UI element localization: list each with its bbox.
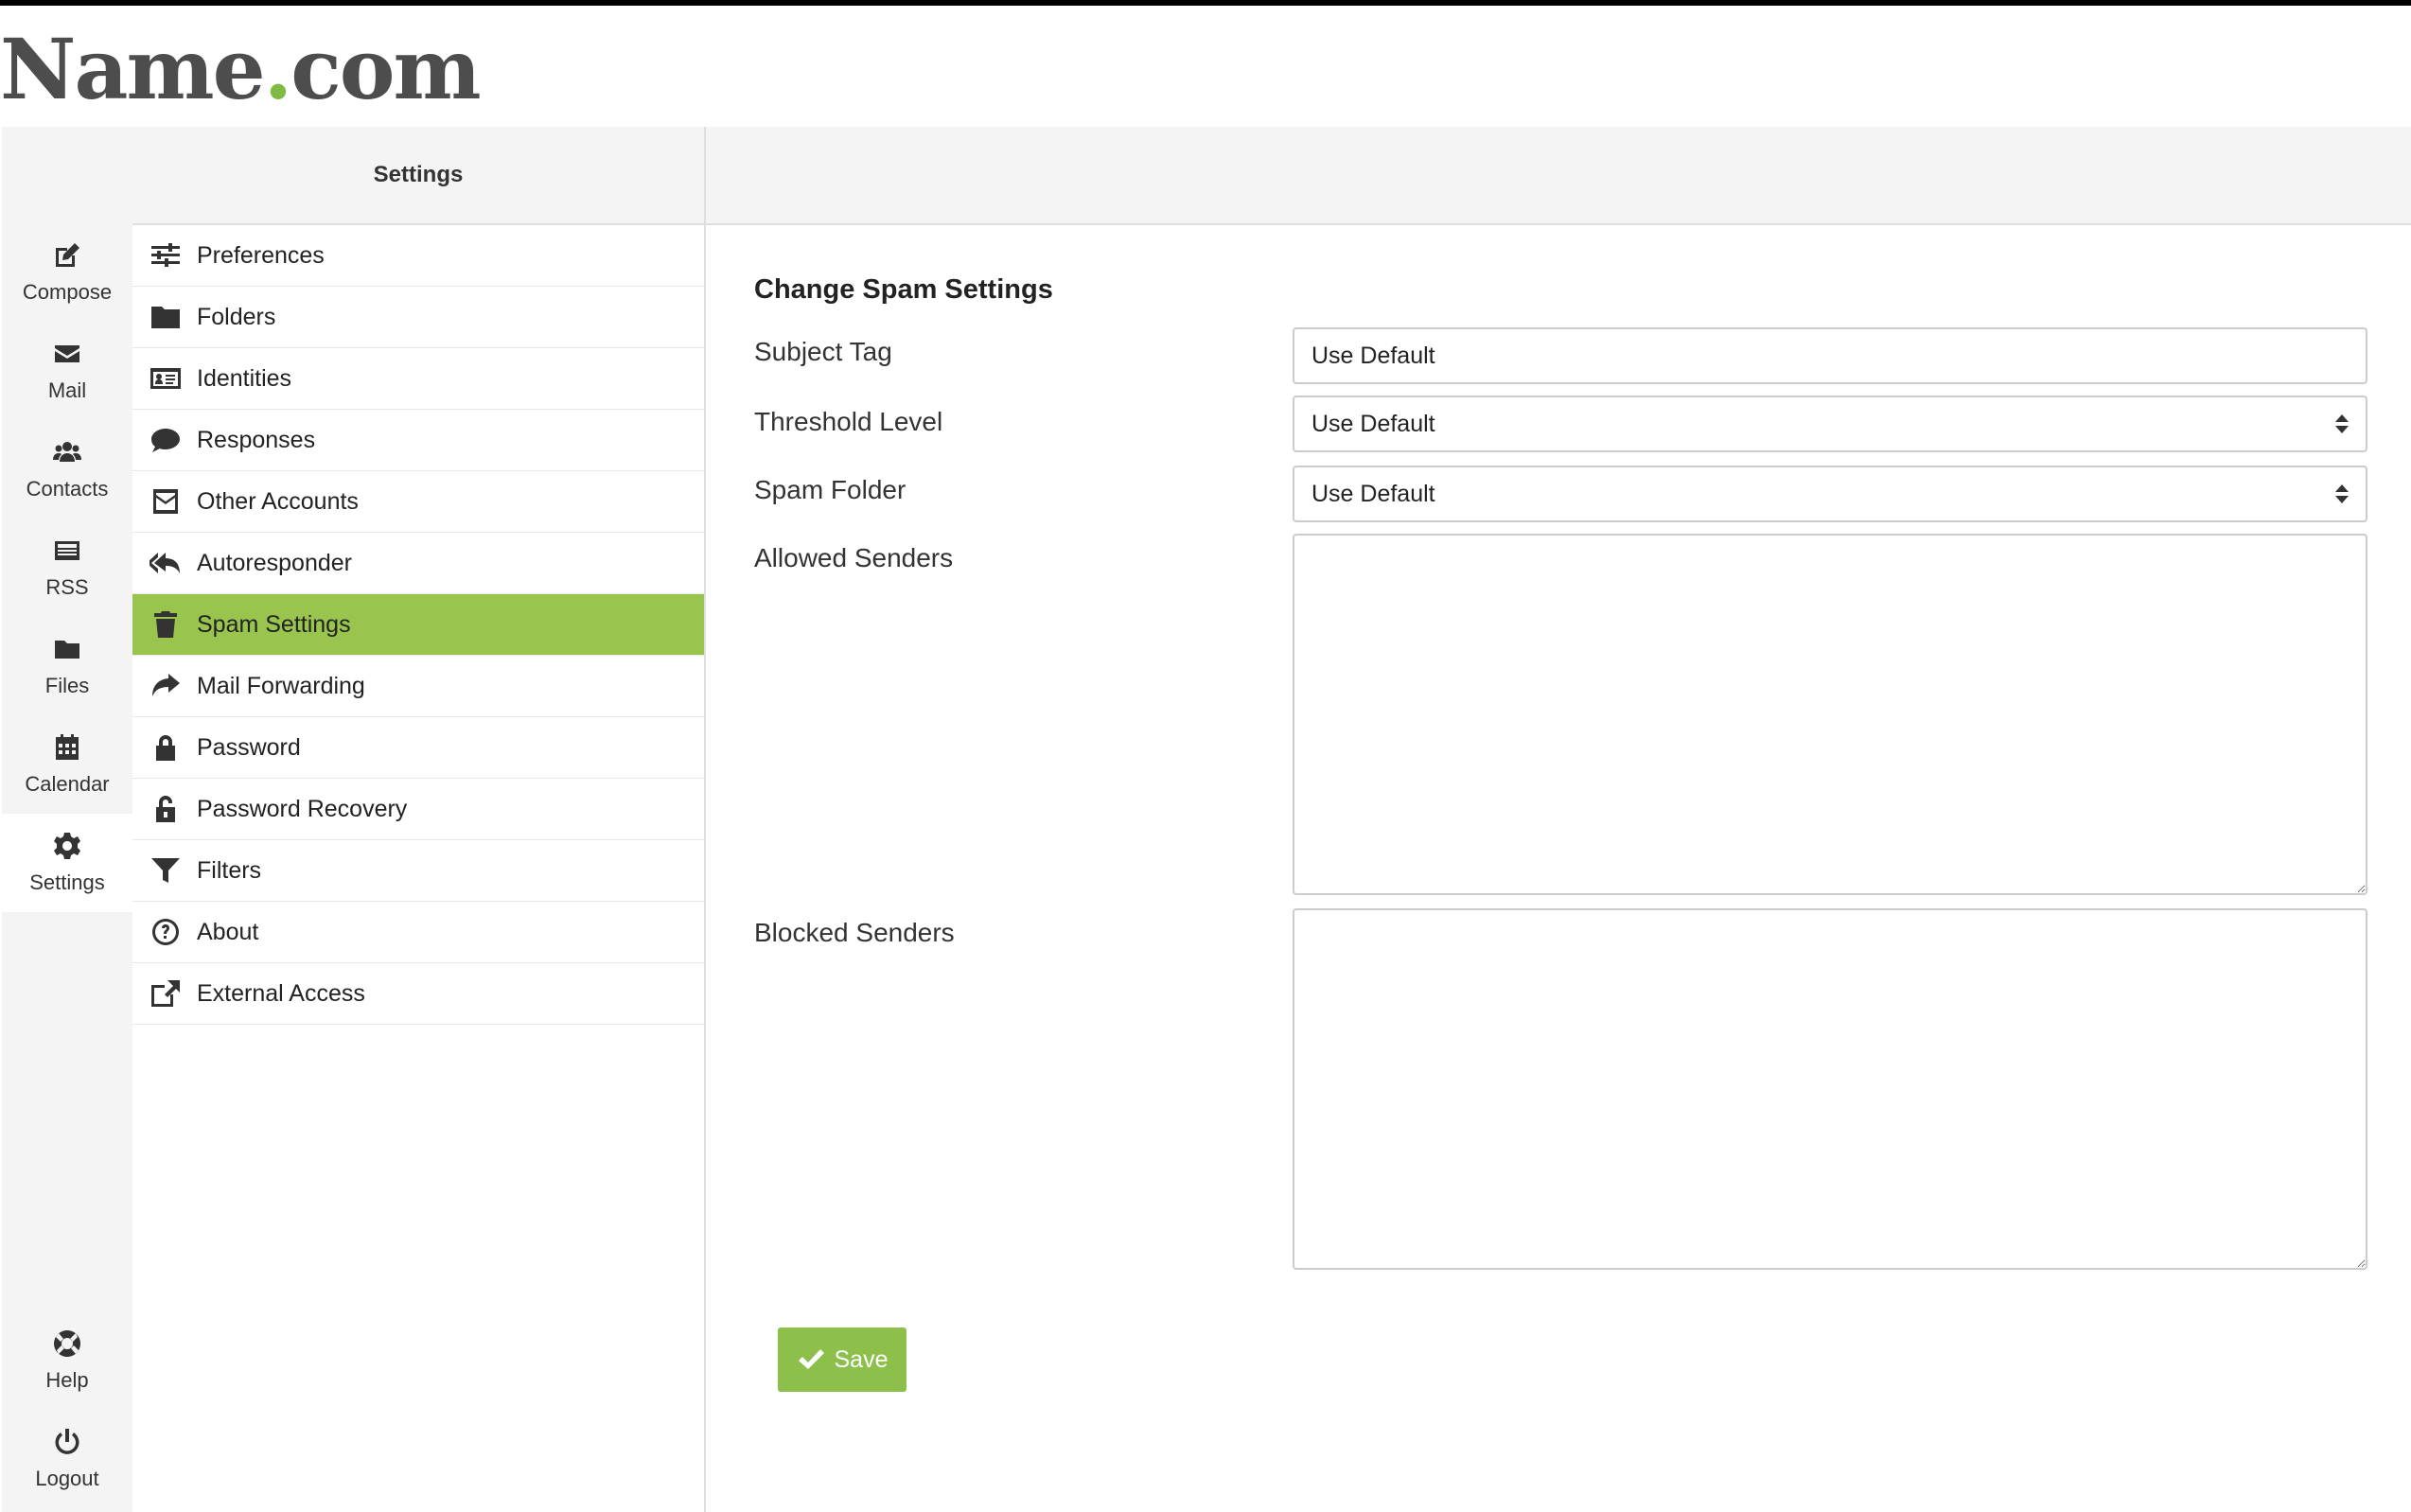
external-link-icon bbox=[151, 980, 180, 1007]
menu-about[interactable]: About bbox=[132, 902, 704, 963]
select-arrows-icon bbox=[2335, 413, 2349, 435]
blocked-senders-label: Blocked Senders bbox=[754, 918, 955, 947]
threshold-level-label: Threshold Level bbox=[754, 407, 943, 436]
reply-all-icon bbox=[150, 553, 180, 573]
sliders-icon bbox=[151, 243, 180, 267]
menu-spam-settings[interactable]: Spam Settings bbox=[132, 594, 704, 656]
share-icon bbox=[152, 674, 180, 696]
brand-logo: Name. com bbox=[0, 20, 482, 118]
gear-icon bbox=[54, 833, 80, 859]
allowed-senders-textarea[interactable] bbox=[1293, 534, 2367, 895]
nav-mail[interactable]: Mail bbox=[2, 322, 132, 420]
subject-tag-input[interactable]: Use Default bbox=[1293, 327, 2367, 384]
nav-calendar[interactable]: Calendar bbox=[2, 715, 132, 814]
nav-help[interactable]: Help bbox=[2, 1311, 132, 1410]
settings-sidebar: Settings Preferences Folders Identities … bbox=[132, 127, 706, 1512]
settings-title: Settings bbox=[132, 127, 704, 225]
menu-filters[interactable]: Filters bbox=[132, 840, 704, 902]
app-navbar: Compose Mail Contacts RSS Files Calendar… bbox=[2, 127, 132, 1512]
nav-files[interactable]: Files bbox=[2, 617, 132, 715]
menu-responses[interactable]: Responses bbox=[132, 410, 704, 471]
menu-preferences[interactable]: Preferences bbox=[132, 225, 704, 287]
nav-rss[interactable]: RSS bbox=[2, 519, 132, 617]
blocked-senders-textarea[interactable] bbox=[1293, 908, 2367, 1270]
spam-settings-form: Change Spam Settings Subject Tag Use Def… bbox=[706, 225, 2411, 1512]
checkmark-icon bbox=[798, 1349, 824, 1369]
nav-contacts[interactable]: Contacts bbox=[2, 420, 132, 519]
speech-bubble-icon bbox=[151, 429, 180, 452]
power-icon bbox=[55, 1429, 79, 1454]
envelope-icon bbox=[55, 345, 79, 362]
content-header bbox=[706, 127, 2411, 225]
spam-folder-label: Spam Folder bbox=[754, 475, 906, 504]
filter-icon bbox=[151, 858, 180, 883]
question-circle-icon bbox=[152, 919, 180, 945]
trash-icon bbox=[154, 611, 177, 638]
allowed-senders-label: Allowed Senders bbox=[754, 543, 954, 572]
nav-compose[interactable]: Compose bbox=[2, 223, 132, 322]
menu-password[interactable]: Password bbox=[132, 717, 704, 779]
nav-settings[interactable]: Settings bbox=[2, 814, 132, 912]
menu-autoresponder[interactable]: Autoresponder bbox=[132, 533, 704, 594]
select-arrows-icon bbox=[2335, 483, 2349, 505]
unlock-icon bbox=[156, 796, 175, 822]
lifebuoy-icon bbox=[54, 1330, 81, 1357]
menu-identities[interactable]: Identities bbox=[132, 348, 704, 410]
nav-logout[interactable]: Logout bbox=[2, 1410, 132, 1508]
users-icon bbox=[53, 442, 81, 462]
form-title: Change Spam Settings bbox=[754, 274, 1053, 305]
folder-icon bbox=[55, 641, 79, 659]
calendar-icon bbox=[56, 734, 79, 760]
compose-icon bbox=[56, 243, 79, 267]
threshold-level-select[interactable]: Use Default bbox=[1293, 396, 2367, 452]
id-card-icon bbox=[150, 368, 181, 389]
save-button[interactable]: Save bbox=[778, 1327, 906, 1392]
envelope-square-icon bbox=[153, 489, 178, 514]
menu-folders[interactable]: Folders bbox=[132, 287, 704, 348]
spam-folder-select[interactable]: Use Default bbox=[1293, 466, 2367, 522]
lock-icon bbox=[156, 735, 175, 761]
menu-mail-forwarding[interactable]: Mail Forwarding bbox=[132, 656, 704, 717]
folder-icon bbox=[151, 307, 180, 328]
settings-menu: Preferences Folders Identities Responses… bbox=[132, 225, 704, 1025]
menu-external-access[interactable]: External Access bbox=[132, 963, 704, 1025]
news-icon bbox=[55, 541, 79, 560]
menu-password-recovery[interactable]: Password Recovery bbox=[132, 779, 704, 840]
menu-other-accounts[interactable]: Other Accounts bbox=[132, 471, 704, 533]
top-border bbox=[0, 0, 2411, 6]
subject-tag-label: Subject Tag bbox=[754, 337, 892, 366]
